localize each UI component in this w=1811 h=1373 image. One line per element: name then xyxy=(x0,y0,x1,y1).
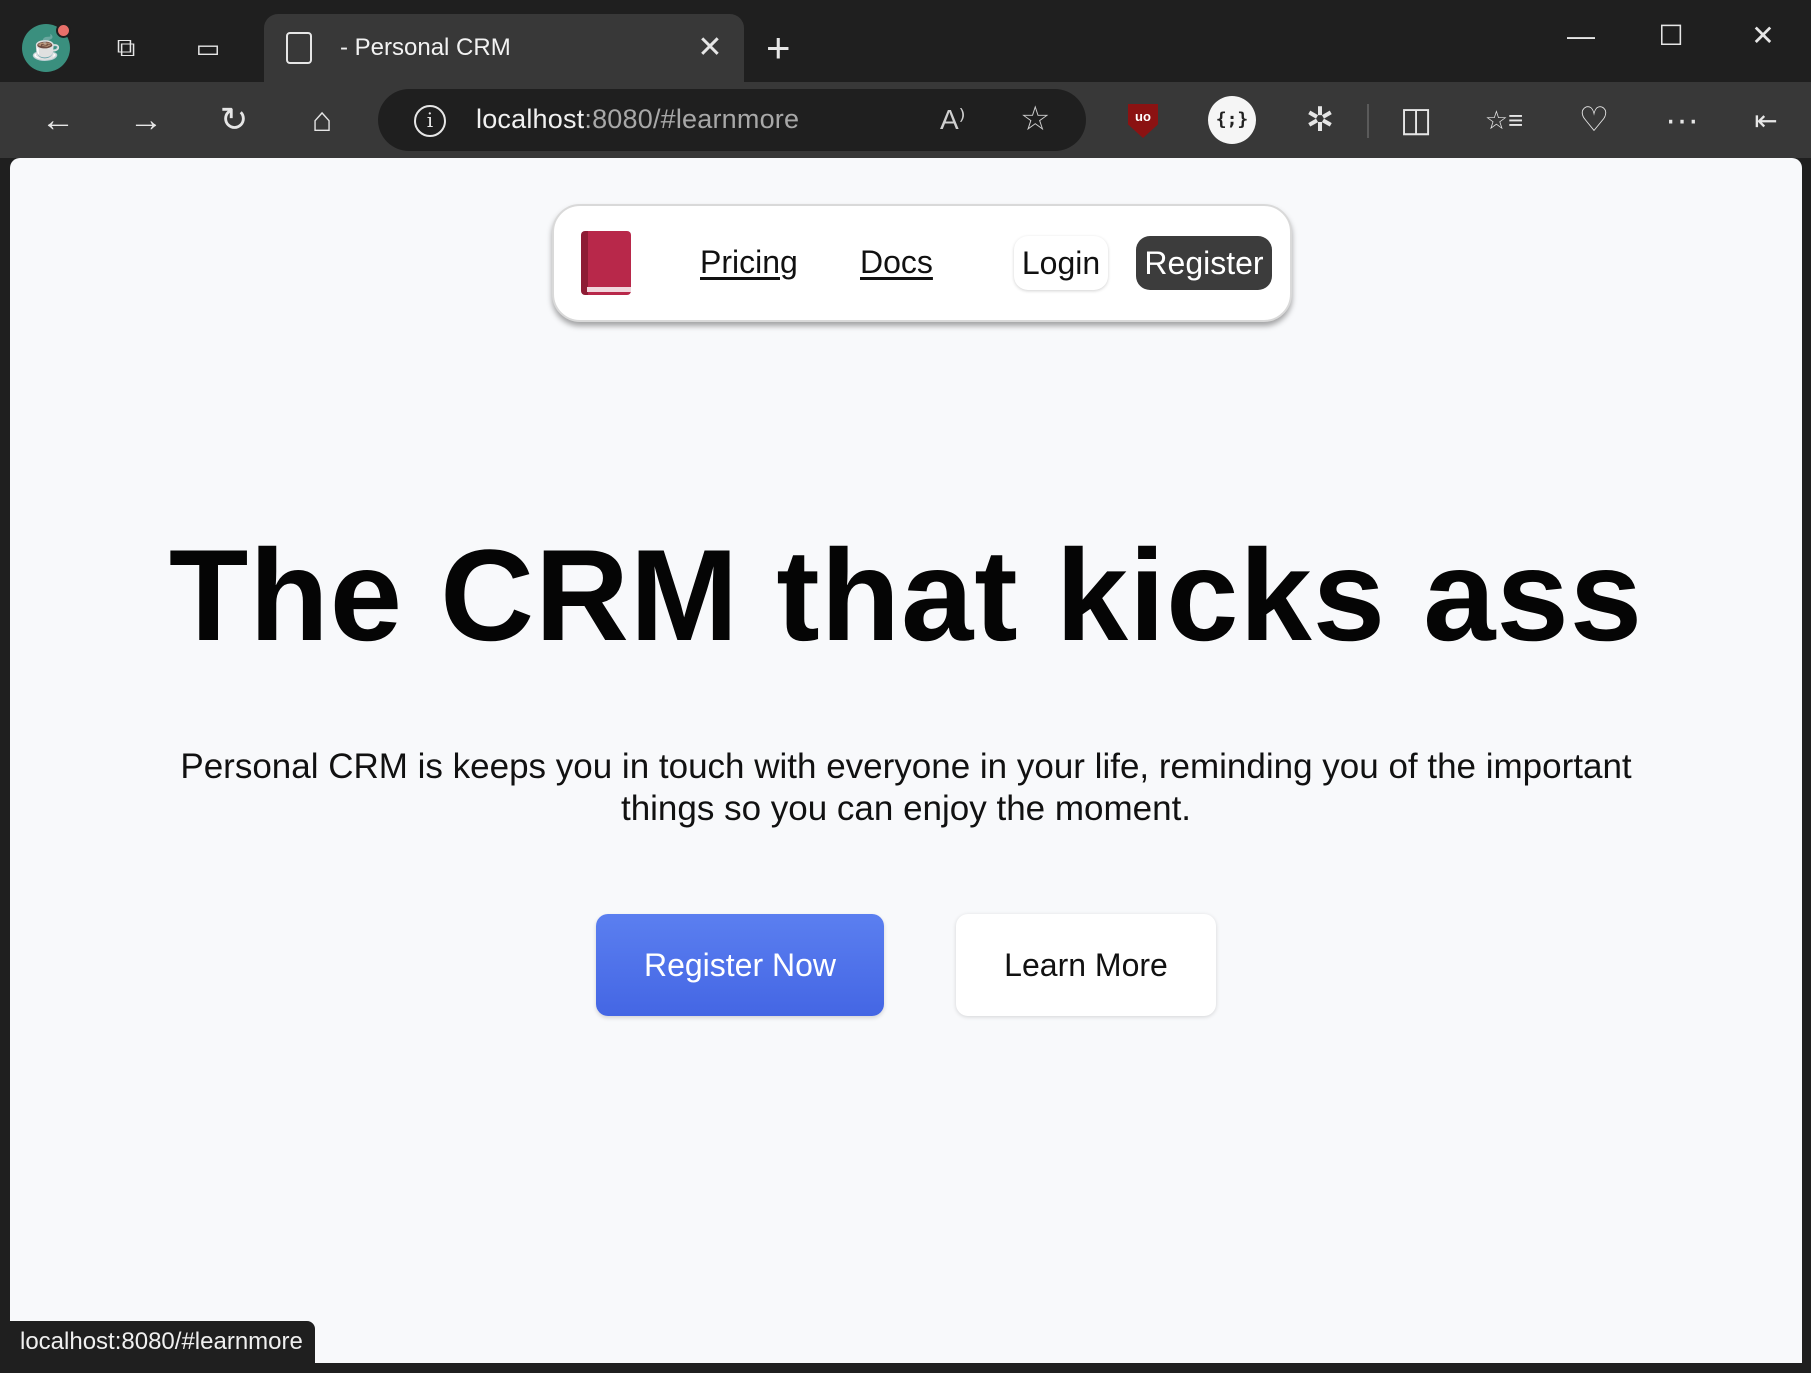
favorite-icon[interactable]: ☆ xyxy=(1020,99,1050,139)
split-screen-icon[interactable]: ◫ xyxy=(1392,96,1440,144)
extensions-icon[interactable]: ✲ xyxy=(1296,96,1344,144)
maximize-icon[interactable]: ☐ xyxy=(1636,14,1706,58)
json-extension-icon[interactable]: {;} xyxy=(1208,96,1256,144)
forward-icon[interactable]: → xyxy=(122,96,170,144)
browser-health-icon[interactable]: ♡ xyxy=(1570,96,1618,144)
browser-title-bar: ☕ ⧉ ▭ - Personal CRM ✕ + — ☐ ✕ xyxy=(0,0,1811,82)
learn-more-button[interactable]: Learn More xyxy=(956,914,1216,1016)
address-url[interactable]: localhost:8080/#learnmore xyxy=(476,104,799,135)
browser-toolbar: ← → ↻ ⌂ i localhost:8080/#learnmore A⁾ ☆… xyxy=(0,82,1811,158)
hero-title: The CRM that kicks ass xyxy=(168,522,1644,668)
tab-actions-icon[interactable]: ▭ xyxy=(186,26,230,70)
login-button[interactable]: Login xyxy=(1014,236,1108,290)
ublock-extension-icon[interactable]: uo xyxy=(1128,104,1158,138)
nav-link-pricing[interactable]: Pricing xyxy=(700,244,798,281)
tab-close-icon[interactable]: ✕ xyxy=(694,32,726,64)
nav-link-docs[interactable]: Docs xyxy=(860,244,933,281)
new-tab-icon[interactable]: + xyxy=(766,24,791,72)
page-viewport: Pricing Docs Login Register The CRM that… xyxy=(10,158,1802,1363)
status-bar-url: localhost:8080/#learnmore xyxy=(10,1321,315,1363)
sidebar-toggle-icon[interactable]: ⇤ xyxy=(1742,96,1790,144)
url-path: :8080/#learnmore xyxy=(584,104,800,134)
minimize-icon[interactable]: — xyxy=(1546,14,1616,58)
hero-subtitle: Personal CRM is keeps you in touch with … xyxy=(180,747,1632,828)
toolbar-divider xyxy=(1367,104,1369,138)
page-icon xyxy=(286,32,312,64)
tab-personal-crm[interactable]: - Personal CRM ✕ xyxy=(264,14,744,82)
register-now-button[interactable]: Register Now xyxy=(596,914,884,1016)
more-menu-icon[interactable]: ··· xyxy=(1658,96,1706,144)
book-logo-icon[interactable] xyxy=(581,231,631,295)
read-aloud-icon[interactable]: A⁾ xyxy=(940,103,966,136)
profile-avatar[interactable]: ☕ xyxy=(22,23,71,72)
notification-dot xyxy=(56,23,71,38)
window-close-icon[interactable]: ✕ xyxy=(1728,14,1798,58)
favorites-list-icon[interactable]: ☆≡ xyxy=(1480,96,1528,144)
site-navbar: Pricing Docs Login Register xyxy=(552,204,1292,322)
workspaces-icon[interactable]: ⧉ xyxy=(104,26,148,70)
site-info-icon[interactable]: i xyxy=(414,105,446,137)
register-button[interactable]: Register xyxy=(1136,236,1272,290)
tab-title: - Personal CRM xyxy=(340,34,511,61)
back-icon[interactable]: ← xyxy=(34,96,82,144)
address-bar[interactable]: i localhost:8080/#learnmore A⁾ ☆ xyxy=(378,89,1086,151)
url-host: localhost xyxy=(476,104,585,134)
reload-icon[interactable]: ↻ xyxy=(210,96,258,144)
home-icon[interactable]: ⌂ xyxy=(298,96,346,144)
